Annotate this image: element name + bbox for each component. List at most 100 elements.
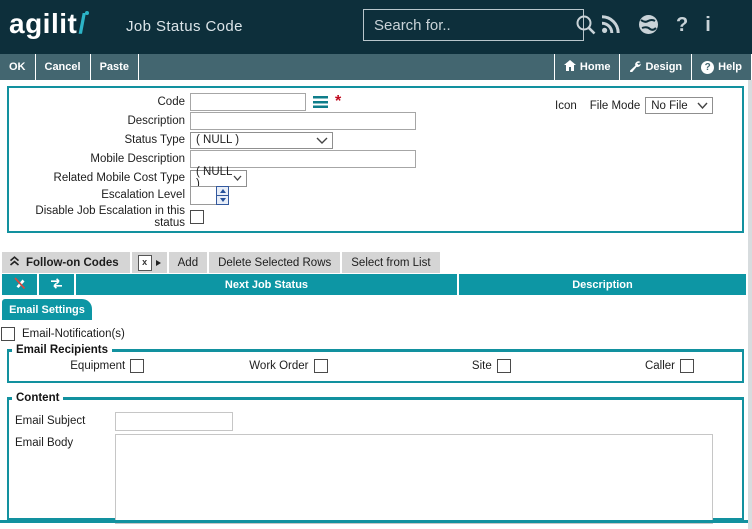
code-input[interactable] <box>190 93 306 111</box>
caller-option: Caller <box>559 359 742 373</box>
app-logo[interactable]: agilit/ <box>9 8 87 40</box>
file-mode-select[interactable]: No File <box>645 97 713 114</box>
search-box <box>363 9 584 41</box>
search-icon[interactable] <box>575 14 597 36</box>
caller-checkbox[interactable] <box>680 359 694 373</box>
refresh-icon <box>49 277 64 293</box>
spinner-down-button[interactable] <box>217 196 228 204</box>
wrench-icon <box>629 60 641 75</box>
header-icon-group: ? i <box>601 14 711 35</box>
cancel-button[interactable]: Cancel <box>36 54 91 80</box>
description-input[interactable] <box>190 112 416 130</box>
edit-disabled-icon-cell[interactable] <box>2 274 37 295</box>
disable-job-escalation-checkbox[interactable] <box>190 210 204 224</box>
email-body-label: Email Body <box>9 434 115 449</box>
related-mobile-cost-type-row: Related Mobile Cost Type ( NULL ) <box>9 169 742 187</box>
toolbar-right-group: Home Design ? Help <box>554 54 752 80</box>
refresh-icon-cell[interactable] <box>39 274 74 295</box>
work-order-checkbox[interactable] <box>314 359 328 373</box>
help-button[interactable]: ? Help <box>691 54 752 80</box>
escalation-level-stepper <box>190 186 229 205</box>
help-circle-icon: ? <box>701 61 714 74</box>
site-checkbox[interactable] <box>497 359 511 373</box>
column-header-next-job-status[interactable]: Next Job Status <box>76 274 457 295</box>
email-notification-row: Email-Notification(s) <box>1 327 125 341</box>
tab-email-settings[interactable]: Email Settings <box>2 299 92 320</box>
email-recipients-group: Email Recipients Equipment Work Order Si… <box>7 344 744 383</box>
description-label: Description <box>9 115 190 127</box>
content-group: Content Email Subject Email Body <box>7 392 744 520</box>
code-list-icon[interactable] <box>313 96 328 108</box>
related-mobile-cost-type-select[interactable]: ( NULL ) <box>190 170 247 187</box>
disable-job-escalation-label: Disable Job Escalation in this status <box>9 205 190 229</box>
file-mode-label: File Mode <box>590 100 641 112</box>
spinner-up-button[interactable] <box>217 187 228 196</box>
delete-selected-rows-button[interactable]: Delete Selected Rows <box>209 252 340 273</box>
search-input[interactable] <box>364 16 575 35</box>
email-subject-label: Email Subject <box>9 412 115 427</box>
collapse-chevrons-icon <box>9 256 20 269</box>
home-button-label: Home <box>580 61 611 73</box>
right-edge-strip <box>748 80 752 529</box>
mobile-description-label: Mobile Description <box>9 153 190 165</box>
rss-icon[interactable] <box>601 15 621 34</box>
edit-disabled-icon <box>12 276 27 293</box>
globe-icon[interactable] <box>638 14 659 35</box>
help-button-label: Help <box>718 61 742 73</box>
follow-on-codes-bar: Follow-on Codes x Add Delete Selected Ro… <box>2 252 440 273</box>
info-icon[interactable]: i <box>705 15 711 35</box>
spinner-buttons <box>216 186 229 205</box>
equipment-checkbox[interactable] <box>130 359 144 373</box>
mobile-description-row: Mobile Description <box>9 150 742 168</box>
excel-export-glyph: x <box>142 258 147 267</box>
home-button[interactable]: Home <box>554 54 620 80</box>
design-button-label: Design <box>645 61 682 73</box>
excel-export-button[interactable]: x <box>132 252 167 273</box>
export-menu-arrow-icon <box>156 260 161 266</box>
design-button[interactable]: Design <box>619 54 691 80</box>
code-label: Code <box>9 96 190 108</box>
recipients-row: Equipment Work Order Site Caller <box>9 359 742 373</box>
email-subject-input[interactable] <box>115 412 233 431</box>
job-status-form-panel: Code * Description Status Type ( NULL ) … <box>7 86 744 233</box>
dropdown-chevron-icon <box>233 175 246 181</box>
description-row: Description <box>9 112 742 130</box>
page-title: Job Status Code <box>126 18 243 35</box>
email-notification-label: Email-Notification(s) <box>22 328 125 340</box>
column-header-description[interactable]: Description <box>459 274 746 295</box>
icon-label: Icon <box>555 100 577 112</box>
dropdown-chevron-icon <box>316 137 332 144</box>
logo-slash: / <box>78 8 86 39</box>
email-body-textarea[interactable] <box>115 434 713 524</box>
email-recipients-title: Email Recipients <box>12 344 112 356</box>
status-type-value: ( NULL ) <box>196 134 239 146</box>
icon-file-mode-group: Icon File Mode No File <box>555 97 713 114</box>
equipment-option: Equipment <box>9 359 192 373</box>
follow-on-codes-title: Follow-on Codes <box>26 257 119 269</box>
escalation-level-input[interactable] <box>190 186 216 205</box>
page-bottom-border <box>0 520 752 523</box>
status-type-select[interactable]: ( NULL ) <box>190 132 333 149</box>
help-icon[interactable]: ? <box>676 15 688 35</box>
site-option: Site <box>376 359 559 373</box>
file-mode-value: No File <box>651 100 687 112</box>
email-subject-row: Email Subject <box>9 412 742 431</box>
content-title: Content <box>12 392 63 404</box>
paste-button[interactable]: Paste <box>91 54 139 80</box>
page: agilit/ Job Status Code ? i OK Cancel Pa… <box>0 0 752 529</box>
toolbar: OK Cancel Paste Home Design ? Help <box>0 54 752 80</box>
ok-button[interactable]: OK <box>0 54 36 80</box>
follow-on-codes-collapse[interactable]: Follow-on Codes <box>2 252 130 273</box>
related-mobile-cost-type-label: Related Mobile Cost Type <box>9 172 190 184</box>
main-content: Code * Description Status Type ( NULL ) … <box>0 80 752 529</box>
escalation-level-label: Escalation Level <box>9 189 190 201</box>
add-button[interactable]: Add <box>169 252 207 273</box>
escalation-level-row: Escalation Level <box>9 186 742 204</box>
select-from-list-button[interactable]: Select from List <box>342 252 439 273</box>
excel-export-icon: x <box>138 255 152 271</box>
status-type-label: Status Type <box>9 134 190 146</box>
status-type-row: Status Type ( NULL ) <box>9 131 742 149</box>
caller-label: Caller <box>645 360 675 372</box>
disable-escalation-row: Disable Job Escalation in this status <box>9 208 742 226</box>
email-notification-checkbox[interactable] <box>1 327 15 341</box>
